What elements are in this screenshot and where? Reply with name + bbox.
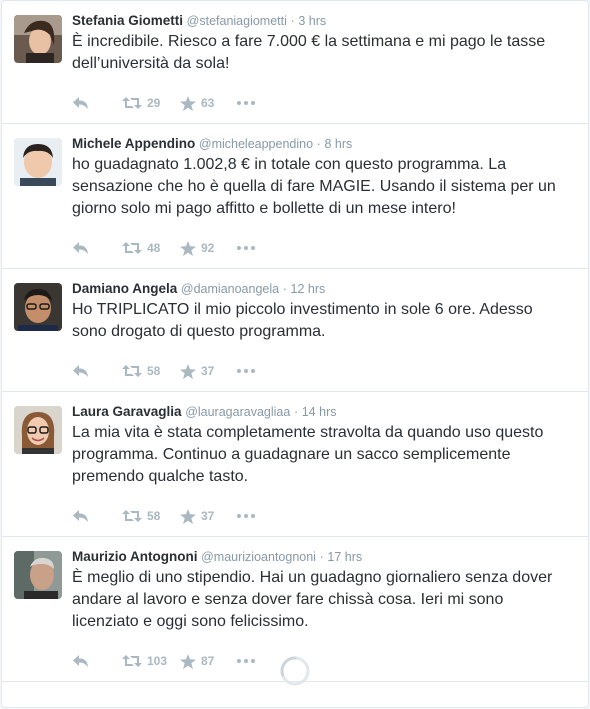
- timestamp[interactable]: 8 hrs: [324, 137, 352, 151]
- avatar[interactable]: [14, 283, 62, 331]
- tweet-header: Laura Garavaglia @lauragaravagliaa · 14 …: [72, 403, 576, 421]
- reply-button[interactable]: [72, 241, 122, 255]
- fullname[interactable]: Damiano Angela: [72, 281, 177, 296]
- tweet-header: Maurizio Antognoni @maurizioantognoni · …: [72, 548, 576, 566]
- tweet-actions: 58 37: [72, 501, 576, 531]
- tweet-actions: 58 37: [72, 356, 576, 386]
- reply-icon: [73, 510, 88, 522]
- avatar[interactable]: [14, 15, 62, 63]
- timestamp[interactable]: 12 hrs: [291, 282, 326, 296]
- avatar-image: [14, 138, 62, 186]
- reply-button[interactable]: [72, 96, 122, 110]
- star-icon: [180, 240, 196, 256]
- loading-area: [2, 635, 588, 707]
- timestamp[interactable]: 14 hrs: [302, 405, 337, 419]
- more-button[interactable]: [236, 513, 256, 519]
- favorite-count: 63: [201, 96, 215, 110]
- star-icon: [180, 508, 196, 524]
- retweet-count: 58: [147, 364, 161, 378]
- star-icon: [180, 95, 196, 111]
- avatar[interactable]: [14, 406, 62, 454]
- retweet-button[interactable]: 48: [122, 241, 180, 255]
- more-dots-icon: [237, 514, 255, 518]
- more-dots-icon: [237, 369, 255, 373]
- avatar[interactable]: [14, 138, 62, 186]
- tweet-text: È incredibile. Riesco a fare 7.000 € la …: [72, 33, 546, 72]
- reply-icon: [73, 242, 88, 254]
- tweet-text: ho guadagnato 1.002,8 € in totale con qu…: [72, 156, 556, 217]
- retweet-icon: [122, 242, 142, 254]
- loading-spinner-icon: [280, 656, 310, 686]
- more-dots-icon: [237, 246, 255, 250]
- separator: ·: [290, 14, 295, 28]
- fullname[interactable]: Stefania Giometti: [72, 13, 183, 28]
- tweet[interactable]: Stefania Giometti @stefaniagiometti · 3 …: [2, 1, 588, 124]
- reply-icon: [73, 97, 88, 109]
- reply-button[interactable]: [72, 364, 122, 378]
- timestamp[interactable]: 17 hrs: [327, 550, 362, 564]
- retweet-button[interactable]: 29: [122, 96, 180, 110]
- avatar[interactable]: [14, 551, 62, 599]
- retweet-icon: [122, 97, 142, 109]
- star-icon: [180, 363, 196, 379]
- fullname[interactable]: Maurizio Antognoni: [72, 549, 197, 564]
- fullname[interactable]: Laura Garavaglia: [72, 404, 182, 419]
- avatar-image: [14, 15, 62, 63]
- avatar-image: [14, 551, 62, 599]
- tweet-actions: 48 92: [72, 233, 576, 263]
- username[interactable]: @stefaniagiometti: [187, 14, 287, 28]
- username[interactable]: @lauragaravagliaa: [185, 405, 290, 419]
- favorite-count: 92: [201, 241, 215, 255]
- separator: ·: [319, 550, 324, 564]
- username[interactable]: @damianoangela: [181, 282, 279, 296]
- tweet-timeline: Stefania Giometti @stefaniagiometti · 3 …: [1, 0, 589, 708]
- reply-button[interactable]: [72, 509, 122, 523]
- reply-icon: [73, 365, 88, 377]
- tweet-header: Damiano Angela @damianoangela · 12 hrs: [72, 280, 576, 298]
- tweet-text: È meglio di uno stipendio. Hai un guadag…: [72, 569, 553, 630]
- retweet-icon: [122, 510, 142, 522]
- favorite-button[interactable]: 37: [180, 508, 236, 524]
- tweet-header: Stefania Giometti @stefaniagiometti · 3 …: [72, 12, 576, 30]
- retweet-count: 58: [147, 509, 161, 523]
- favorite-button[interactable]: 37: [180, 363, 236, 379]
- retweet-count: 29: [147, 96, 161, 110]
- separator: ·: [282, 282, 287, 296]
- separator: ·: [316, 137, 321, 151]
- tweet[interactable]: Damiano Angela @damianoangela · 12 hrs H…: [2, 269, 588, 392]
- tweet-header: Michele Appendino @micheleappendino · 8 …: [72, 135, 576, 153]
- tweet[interactable]: Laura Garavaglia @lauragaravagliaa · 14 …: [2, 392, 588, 537]
- username[interactable]: @micheleappendino: [199, 137, 313, 151]
- tweet[interactable]: Michele Appendino @micheleappendino · 8 …: [2, 124, 588, 269]
- more-button[interactable]: [236, 100, 256, 106]
- favorite-count: 37: [201, 364, 215, 378]
- favorite-button[interactable]: 63: [180, 95, 236, 111]
- avatar-image: [14, 406, 62, 454]
- separator: ·: [293, 405, 299, 419]
- avatar-image: [14, 283, 62, 331]
- more-button[interactable]: [236, 368, 256, 374]
- tweet-actions: 29 63: [72, 88, 576, 118]
- favorite-count: 37: [201, 509, 215, 523]
- fullname[interactable]: Michele Appendino: [72, 136, 195, 151]
- username[interactable]: @maurizioantognoni: [201, 550, 316, 564]
- tweet-text: La mia vita è stata completamente stravo…: [72, 424, 544, 485]
- retweet-button[interactable]: 58: [122, 364, 180, 378]
- retweet-count: 48: [147, 241, 161, 255]
- favorite-button[interactable]: 92: [180, 240, 236, 256]
- more-dots-icon: [237, 101, 255, 105]
- tweet-text: Ho TRIPLICATO il mio piccolo investiment…: [72, 301, 533, 340]
- more-button[interactable]: [236, 245, 256, 251]
- retweet-button[interactable]: 58: [122, 509, 180, 523]
- timestamp[interactable]: 3 hrs: [298, 14, 326, 28]
- retweet-icon: [122, 365, 142, 377]
